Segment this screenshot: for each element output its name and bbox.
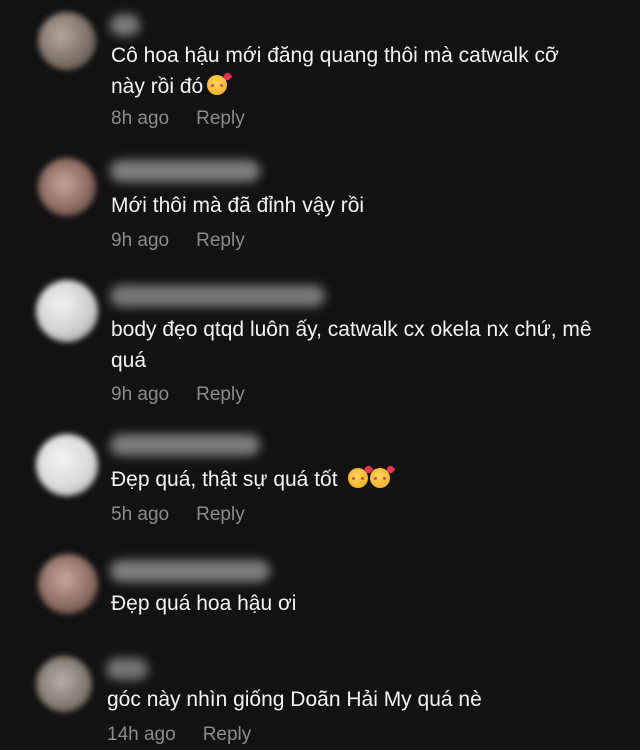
timestamp: 14h ago — [107, 724, 176, 745]
username-blurred[interactable] — [110, 560, 270, 582]
username-blurred[interactable] — [110, 285, 325, 307]
comment-text-line: quá — [111, 349, 147, 372]
avatar[interactable] — [36, 434, 98, 496]
comment-text-line: góc này nhìn giống Doãn Hải My quá nè — [107, 688, 482, 711]
timestamp: 9h ago — [111, 230, 170, 251]
avatar[interactable] — [38, 158, 96, 216]
timestamp: 5h ago — [111, 504, 170, 525]
username-blurred[interactable] — [110, 160, 260, 182]
smiling-face-with-hearts-icon — [347, 468, 368, 488]
timestamp: 8h ago — [111, 108, 170, 129]
comment-text: Cô hoa hậu mới đăng quang thôi mà catwal… — [111, 40, 559, 102]
smiling-face-with-hearts-icon — [207, 75, 228, 95]
comment-text: body đẹo qtqd luôn ấy, catwalk cx okela … — [111, 314, 592, 376]
reply-button[interactable]: Reply — [203, 724, 252, 745]
reply-button[interactable]: Reply — [196, 384, 245, 405]
username-blurred[interactable] — [110, 14, 140, 36]
comment-text-line: Cô hoa hậu mới đăng quang thôi mà catwal… — [111, 44, 559, 67]
avatar[interactable] — [36, 280, 98, 342]
smiling-face-with-hearts-icon — [369, 468, 390, 488]
comment-meta: 9h ago Reply — [111, 230, 245, 252]
comment-text-line: Đẹp quá hoa hậu ơi — [111, 592, 297, 615]
comment-meta: 14h ago Reply — [107, 724, 251, 746]
comment-text: Đẹp quá, thật sự quá tốt — [111, 464, 390, 495]
comment-meta: 8h ago Reply — [111, 108, 245, 130]
comment-meta: 5h ago Reply — [111, 504, 245, 526]
reply-button[interactable]: Reply — [196, 230, 245, 251]
reply-button[interactable]: Reply — [196, 108, 245, 129]
username-blurred[interactable] — [106, 658, 148, 680]
comment-text: Mới thôi mà đã đỉnh vậy rồi — [111, 190, 364, 221]
comment-text-line: body đẹo qtqd luôn ấy, catwalk cx okela … — [111, 318, 592, 341]
comment-text: Đẹp quá hoa hậu ơi — [111, 588, 296, 619]
avatar[interactable] — [36, 656, 92, 712]
avatar[interactable] — [38, 12, 96, 70]
comment-text-line: Mới thôi mà đã đỉnh vậy rồi — [111, 194, 365, 217]
timestamp: 9h ago — [111, 384, 170, 405]
username-blurred[interactable] — [110, 434, 260, 456]
comment-text-line: Đẹp quá, thật sự quá tốt — [111, 464, 390, 495]
avatar[interactable] — [38, 554, 98, 614]
reply-button[interactable]: Reply — [196, 504, 245, 525]
comment-meta: 9h ago Reply — [111, 384, 245, 406]
comment-text-line: này rồi đó — [111, 71, 559, 102]
comment-text: góc này nhìn giống Doãn Hải My quá nè — [107, 684, 482, 715]
